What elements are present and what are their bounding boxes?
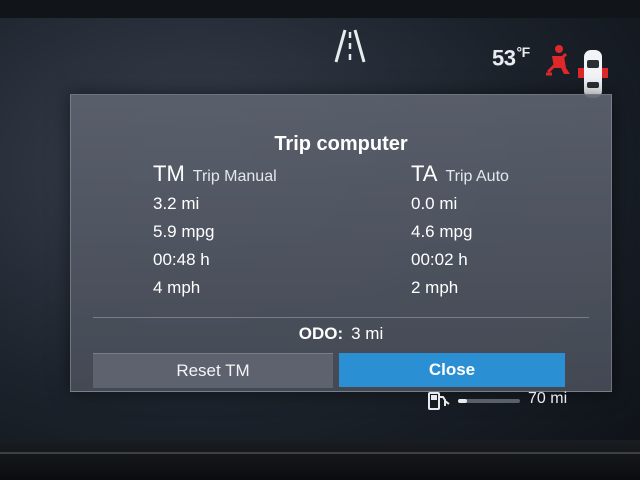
trip-manual-column: TM Trip Manual 3.2 mi 5.9 mpg 00:48 h 4 m… <box>153 161 277 299</box>
bezel-divider <box>0 452 640 454</box>
fuel-pump-icon <box>428 392 450 410</box>
trip-auto-economy: 4.6 mpg <box>411 222 473 241</box>
trip-auto-column: TA Trip Auto 0.0 mi 4.6 mpg 00:02 h 2 mph <box>411 161 509 299</box>
trip-auto-distance: 0.0 mi <box>411 194 458 213</box>
trip-auto-time: 00:02 h <box>411 250 468 269</box>
lane-assist-icon <box>334 29 366 63</box>
seatbelt-warning-icon <box>546 45 570 76</box>
dialog-title: Trip computer <box>274 133 408 155</box>
trip-manual-abbr: TM <box>153 161 185 186</box>
fuel-level-fill <box>458 399 468 403</box>
trip-manual-time: 00:48 h <box>153 250 210 269</box>
odometer-value: 3 mi <box>351 324 384 343</box>
close-button[interactable]: Close <box>339 353 565 387</box>
reset-tm-button[interactable]: Reset TM <box>93 353 333 388</box>
temperature-unit: °F <box>516 44 530 60</box>
fuel-range-value: 70 mi <box>528 390 568 407</box>
temperature-value: 53 <box>492 45 516 71</box>
trip-manual-speed: 4 mph <box>153 278 201 297</box>
odometer-label: ODO: <box>298 324 344 343</box>
trip-manual-economy: 5.9 mpg <box>153 222 215 241</box>
trip-manual-label: Trip Manual <box>192 168 277 185</box>
fuel-range-indicator: 70 mi <box>428 390 578 412</box>
odometer-row: ODO: 3 mi <box>93 317 589 352</box>
trip-computer-dialog: Trip computer TM Trip Manual 3.2 mi 5.9 m… <box>70 94 612 392</box>
trip-manual-distance: 3.2 mi <box>153 194 200 213</box>
trip-auto-speed: 2 mph <box>411 278 459 297</box>
fuel-level-bar <box>458 399 520 403</box>
outside-temperature: 53°F <box>492 44 530 71</box>
trip-manual-header: TM Trip Manual <box>153 161 277 187</box>
screen-bezel-bottom <box>0 440 640 480</box>
screen-bezel-top <box>0 0 640 18</box>
trip-auto-header: TA Trip Auto <box>411 161 509 187</box>
trip-auto-abbr: TA <box>411 161 438 186</box>
trip-auto-label: Trip Auto <box>445 168 509 185</box>
